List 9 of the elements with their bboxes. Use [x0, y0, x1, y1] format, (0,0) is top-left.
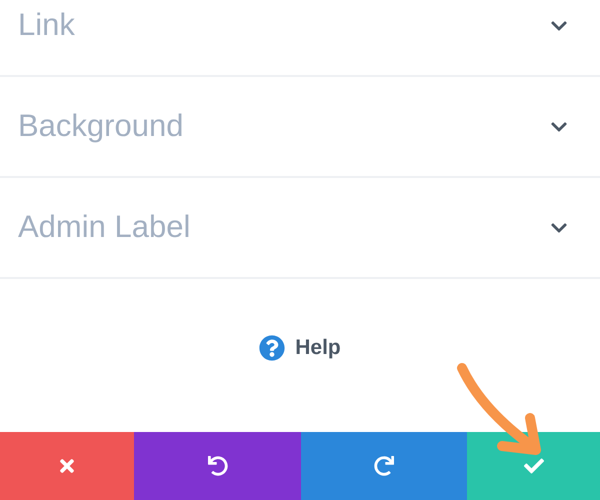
- close-icon: [57, 456, 77, 476]
- undo-icon: [208, 456, 228, 476]
- section-title[interactable]: Admin Label: [18, 204, 190, 251]
- section-title[interactable]: Link: [18, 2, 75, 49]
- section-title[interactable]: Background: [18, 103, 184, 150]
- help-link[interactable]: Help: [295, 332, 341, 364]
- help-icon[interactable]: [259, 334, 286, 360]
- checkmark-icon: [524, 456, 544, 476]
- redo-icon: [374, 456, 394, 476]
